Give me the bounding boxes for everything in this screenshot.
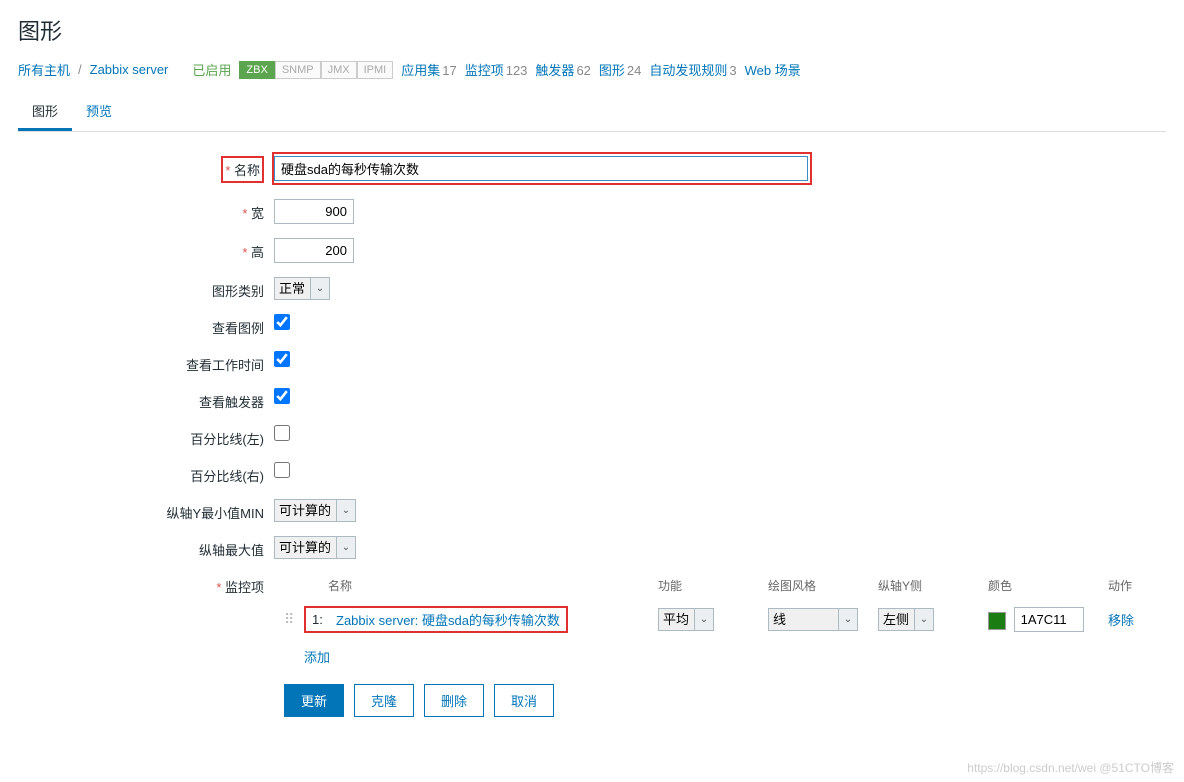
count-discovery: 3 [729, 63, 736, 78]
count-apps: 17 [442, 63, 456, 78]
badge-ipmi: IPMI [357, 61, 394, 79]
item-num: 1: [312, 612, 336, 627]
legend-checkbox[interactable] [274, 314, 290, 330]
head-color: 颜色 [988, 577, 1108, 594]
label-width: 宽 [18, 199, 274, 222]
head-name: 名称 [328, 577, 658, 594]
item-style-select[interactable]: 线 [768, 608, 838, 631]
link-apps[interactable]: 应用集 [401, 63, 440, 78]
link-graphs[interactable]: 图形 [599, 63, 625, 78]
remove-link[interactable]: 移除 [1108, 613, 1134, 628]
link-web[interactable]: Web 场景 [745, 60, 801, 79]
pct-left-checkbox[interactable] [274, 425, 290, 441]
clone-button[interactable]: 克隆 [354, 684, 414, 717]
item-yside-select[interactable]: 左侧 [878, 608, 914, 631]
head-action: 动作 [1108, 577, 1158, 594]
tab-graph[interactable]: 图形 [18, 93, 72, 131]
link-items[interactable]: 监控项 [465, 63, 504, 78]
page-title: 图形 [18, 14, 1166, 46]
badge-snmp: SNMP [275, 61, 321, 79]
label-items: 监控项 [18, 573, 274, 596]
label-ymin: 纵轴Y最小值MIN [18, 499, 274, 522]
delete-button[interactable]: 删除 [424, 684, 484, 717]
breadcrumb-all-hosts[interactable]: 所有主机 [18, 60, 70, 79]
ymax-select[interactable]: 可计算的 [274, 536, 336, 559]
head-style: 绘图风格 [768, 577, 878, 594]
drag-handle-icon[interactable]: ⠿ [284, 611, 294, 627]
head-yside: 纵轴Y侧 [878, 577, 988, 594]
chevron-down-icon: ⌄ [310, 277, 330, 300]
worktime-checkbox[interactable] [274, 351, 290, 367]
tab-preview[interactable]: 预览 [72, 93, 126, 131]
badge-zbx: ZBX [239, 61, 274, 79]
chevron-down-icon: ⌄ [838, 608, 858, 631]
breadcrumb-sep: / [78, 62, 82, 77]
label-ymax: 纵轴最大值 [18, 536, 274, 559]
label-worktime: 查看工作时间 [18, 351, 274, 374]
chevron-down-icon: ⌄ [914, 608, 934, 631]
color-input[interactable] [1014, 607, 1084, 632]
badge-group: ZBX SNMP JMX IPMI [239, 61, 393, 79]
link-discovery[interactable]: 自动发现规则 [649, 63, 727, 78]
height-input[interactable] [274, 238, 354, 263]
item-func-select[interactable]: 平均 [658, 608, 694, 631]
label-pct-left: 百分比线(左) [18, 425, 274, 448]
cancel-button[interactable]: 取消 [494, 684, 554, 717]
label-legend: 查看图例 [18, 314, 274, 337]
chevron-down-icon: ⌄ [336, 499, 356, 522]
update-button[interactable]: 更新 [284, 684, 344, 717]
pct-right-checkbox[interactable] [274, 462, 290, 478]
chevron-down-icon: ⌄ [336, 536, 356, 559]
head-func: 功能 [658, 577, 768, 594]
item-name-link[interactable]: Zabbix server: 硬盘sda的每秒传输次数 [336, 610, 560, 629]
label-type: 图形类别 [18, 277, 274, 300]
label-triggers: 查看触发器 [18, 388, 274, 411]
count-graphs: 24 [627, 63, 641, 78]
triggers-checkbox[interactable] [274, 388, 290, 404]
width-input[interactable] [274, 199, 354, 224]
items-header: 名称 功能 绘图风格 纵轴Y侧 颜色 动作 [284, 573, 1158, 602]
type-select[interactable]: 正常 [274, 277, 310, 300]
ymin-select[interactable]: 可计算的 [274, 499, 336, 522]
breadcrumb: 所有主机 / Zabbix server 已启用 ZBX SNMP JMX IP… [18, 60, 1166, 79]
link-triggers[interactable]: 触发器 [535, 63, 574, 78]
badge-jmx: JMX [321, 61, 357, 79]
item-row: ⠿ 1: Zabbix server: 硬盘sda的每秒传输次数 平均⌄ 线⌄ … [284, 602, 1158, 637]
label-pct-right: 百分比线(右) [18, 462, 274, 485]
count-triggers: 62 [576, 63, 590, 78]
label-name: 名称 [225, 163, 260, 178]
name-input[interactable] [274, 156, 808, 181]
breadcrumb-server[interactable]: Zabbix server [90, 62, 169, 77]
color-swatch[interactable] [988, 612, 1006, 630]
label-height: 高 [18, 238, 274, 261]
chevron-down-icon: ⌄ [694, 608, 714, 631]
count-items: 123 [506, 63, 528, 78]
watermark-text: https://blog.csdn.net/wei @51CTO博客 [967, 759, 1174, 776]
add-item-link[interactable]: 添加 [304, 647, 330, 666]
tabs: 图形 预览 [18, 93, 1166, 132]
status-enabled: 已启用 [192, 60, 231, 79]
